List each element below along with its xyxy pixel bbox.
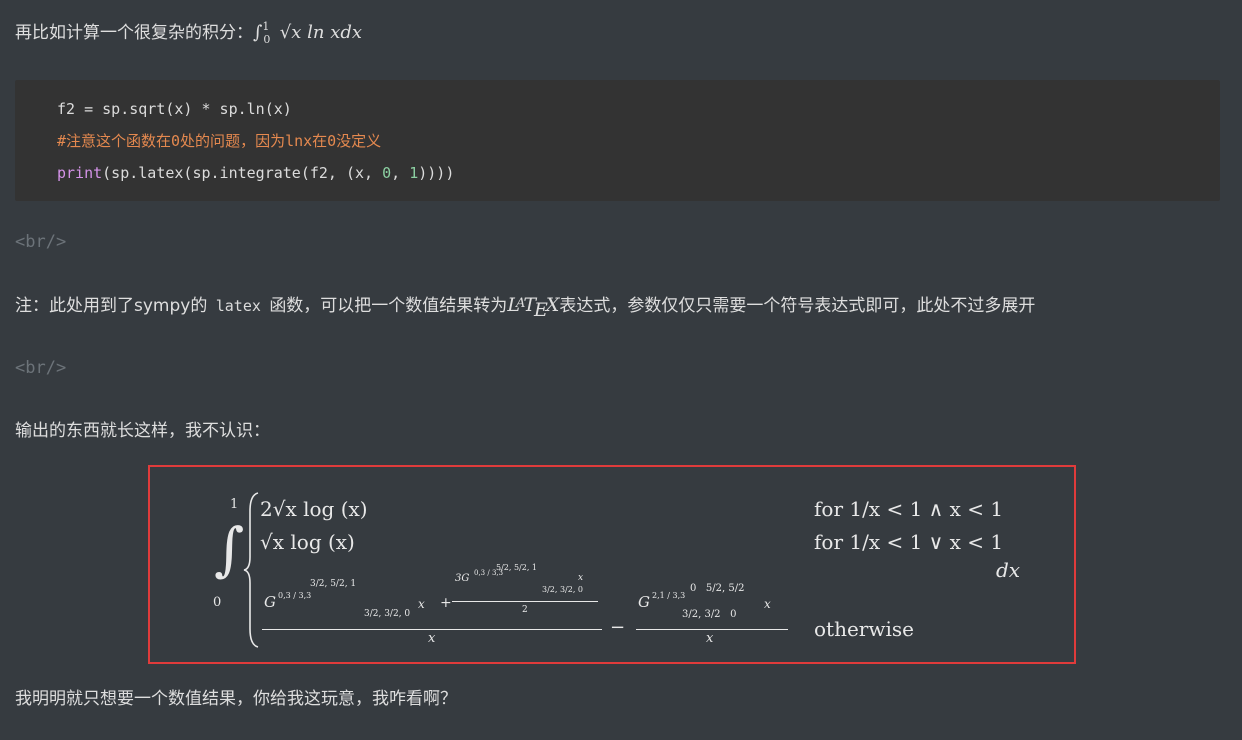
code-print-keyword: print bbox=[57, 164, 103, 182]
integral-sign: ∫ bbox=[253, 22, 263, 43]
intro-paragraph: 再比如计算一个很复杂的积分：∫10 √x ln xdx bbox=[15, 20, 363, 47]
br-tag-2: <br/> bbox=[15, 358, 67, 378]
note-inline-code: latex bbox=[215, 297, 261, 315]
integral-body: √x ln xdx bbox=[279, 22, 363, 43]
case3-denominator-2: x bbox=[706, 631, 714, 646]
output-lower-limit: 0 bbox=[213, 595, 222, 610]
case2-expression: √x log (x) bbox=[260, 530, 355, 554]
meijer-g3-arg: x bbox=[764, 597, 771, 611]
meijer-g1-index: 0,3 / 3,3 bbox=[278, 591, 312, 600]
case3-condition: otherwise bbox=[814, 617, 914, 641]
meijer-g2-top-params: 5/2, 5/2, 1 bbox=[496, 563, 538, 572]
meijer-g2-arg: x bbox=[578, 573, 584, 583]
output-dx: dx bbox=[996, 558, 1021, 582]
closing-paragraph: 我明明就只想要一个数值结果，你给我这玩意，我咋看啊？ bbox=[15, 689, 457, 709]
case3-fraction-bar-2 bbox=[636, 629, 788, 630]
case3-fraction-bar-1 bbox=[262, 629, 602, 630]
output-intro: 输出的东西就长这样，我不认识： bbox=[15, 421, 270, 441]
code-number-1: 1 bbox=[409, 164, 419, 182]
code-line-1: f2 = sp.sqrt(x) * sp.ln(x) bbox=[57, 100, 292, 118]
output-upper-limit: 1 bbox=[230, 497, 239, 512]
note-prefix: 注：此处用到了sympy的 bbox=[15, 296, 208, 316]
note-paragraph: 注：此处用到了sympy的 latex 函数，可以把一个数值结果转为LATEX表… bbox=[15, 293, 1036, 321]
br-tag-1: <br/> bbox=[15, 232, 67, 252]
output-integral-sign: ∫ bbox=[214, 515, 245, 583]
note-mid: 函数，可以把一个数值结果转为 bbox=[269, 296, 508, 316]
case3-denominator-1: x bbox=[428, 631, 436, 646]
latex-logo: LATEX bbox=[507, 294, 560, 321]
rendered-output-box: 1 ∫ 0 2√x log (x) for 1/x < 1 ∧ x < 1 √x… bbox=[148, 465, 1076, 664]
meijer-g1-top-params: 3/2, 5/2, 1 bbox=[310, 579, 357, 589]
intro-text: 再比如计算一个很复杂的积分： bbox=[15, 23, 253, 43]
code-number-0: 0 bbox=[382, 164, 392, 182]
case2-condition: for 1/x < 1 ∨ x < 1 bbox=[814, 530, 1004, 554]
meijer-g1-arg: x bbox=[418, 597, 425, 611]
meijer-g1-bottom-params: 3/2, 3/2, 0 bbox=[364, 609, 411, 619]
integral-upper: 1 bbox=[262, 20, 270, 33]
case1-expression: 2√x log (x) bbox=[260, 497, 368, 521]
code-line3-a: (sp.latex(sp.integrate(f2, (x, bbox=[102, 164, 383, 182]
case1-condition: for 1/x < 1 ∧ x < 1 bbox=[814, 497, 1004, 521]
note-suffix: 表达式，参数仅仅只需要一个符号表达式即可，此处不过多展开 bbox=[559, 296, 1036, 316]
meijer-g2-fraction-bar bbox=[452, 601, 598, 602]
meijer-plus: + bbox=[440, 595, 452, 611]
code-line3-c: )))) bbox=[418, 164, 455, 182]
meijer-g3-top-params: 0 5/2, 5/2 bbox=[690, 583, 745, 594]
piecewise-brace-icon bbox=[243, 492, 259, 648]
integral-lower: 0 bbox=[263, 33, 271, 46]
case3-minus: − bbox=[610, 617, 626, 638]
code-line-2-comment: #注意这个函数在0处的问题，因为lnx在0没定义 bbox=[57, 132, 382, 150]
code-block[interactable]: f2 = sp.sqrt(x) * sp.ln(x) #注意这个函数在0处的问题… bbox=[15, 80, 1220, 201]
code-line-3: print(sp.latex(sp.integrate(f2, (x, 0, 1… bbox=[57, 163, 454, 183]
meijer-g3-index: 2,1 / 3,3 bbox=[652, 591, 686, 600]
code-line3-b: , bbox=[391, 164, 410, 182]
meijer-g1: G bbox=[264, 593, 276, 611]
meijer-g3-bottom-params: 3/2, 3/2 0 bbox=[682, 609, 737, 620]
meijer-g3: G bbox=[638, 593, 650, 611]
meijer-g2-bottom-params: 3/2, 3/2, 0 bbox=[542, 585, 584, 594]
article-page: 再比如计算一个很复杂的积分：∫10 √x ln xdx f2 = sp.sqrt… bbox=[0, 0, 1242, 740]
meijer-g2-coef: 3G bbox=[455, 573, 470, 584]
meijer-g2-denominator: 2 bbox=[522, 605, 528, 615]
